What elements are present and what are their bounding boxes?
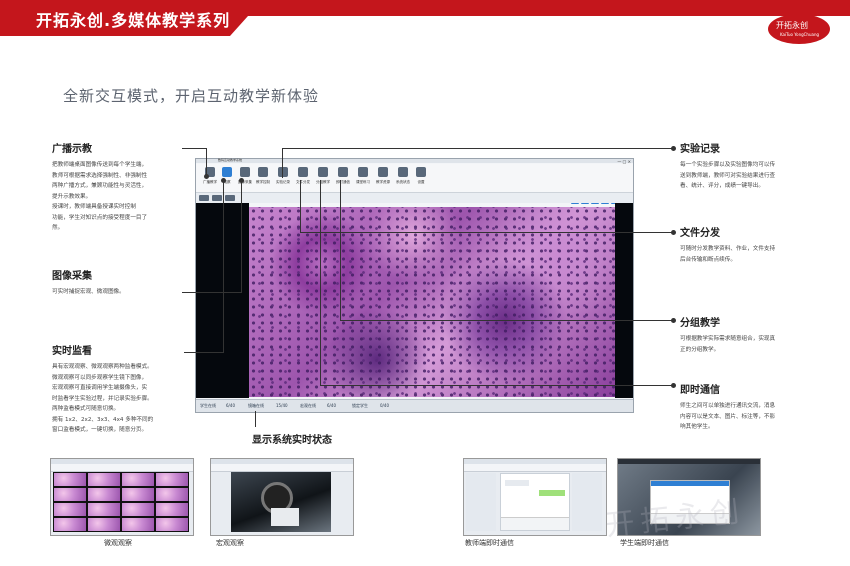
student-list xyxy=(572,473,602,531)
header-divider xyxy=(230,16,850,36)
section-monitoring: 实时监看 具有宏观观察、微观观察两种监看模式。 微观观察可以同步观察学生镜下图像，… xyxy=(52,342,184,436)
resource-icon xyxy=(378,167,388,177)
section-experiment-record: 实验记录 每一个实验步骤以及实验图像均可以传 送到教师端，教师可对实验结果进行查 … xyxy=(680,140,804,192)
caption-teacher-chat: 教师端即时通信 xyxy=(465,539,514,547)
status-value: 6/40 xyxy=(327,403,336,408)
toolbar-record-button[interactable]: 实验记录 xyxy=(275,166,291,190)
section-body: 师生之间可以单独进行通讯交流，消息 内容可以是文本、图片、标注等，不影 响其他学生… xyxy=(680,403,776,430)
section-title: 文件分发 xyxy=(680,228,720,239)
section-title: 分组教学 xyxy=(680,318,720,329)
section-file-distribution: 文件分发 可随时分发教学资料、作业，文件支持 后台传输和断点续传。 xyxy=(680,224,804,265)
sub-tool-button[interactable] xyxy=(225,195,235,201)
status-label: 宏观在线 xyxy=(300,403,316,408)
status-icon xyxy=(398,167,408,177)
software-screenshot: 数码互动教学系统 — □ × 广播教学 观察 图像采集 教学控制 实验记录 文件… xyxy=(195,158,634,413)
section-title: 即时通信 xyxy=(680,385,720,396)
section-title: 实验记录 xyxy=(680,144,720,155)
caption-micro: 微观观察 xyxy=(104,539,132,547)
sub-toolbar xyxy=(196,193,633,203)
toolbar-file-button[interactable]: 文件分发 xyxy=(295,166,311,190)
section-body: 可根据教学实际需求随意组合，实现真 正的分组教学。 xyxy=(680,336,776,353)
section-image-capture: 图像采集 可实时捕捉宏观、微观图像。 xyxy=(52,267,182,298)
file-icon xyxy=(298,167,308,177)
exercise-icon xyxy=(358,167,368,177)
toolbar-chat-button[interactable]: 即时通信 xyxy=(335,166,351,190)
toolbar-exercise-button[interactable]: 课堂练习 xyxy=(355,166,371,190)
section-title: 广播示教 xyxy=(52,144,92,155)
window-titlebar: 数码互动教学系统 — □ × xyxy=(196,158,633,164)
thumb-teacher-chat xyxy=(463,458,607,536)
section-instant-messaging: 即时通信 师生之间可以单独进行通讯交流，消息 内容可以是文本、图片、标注等，不影 … xyxy=(680,381,804,433)
section-body: 每一个实验步骤以及实验图像均可以传 送到教师端，教师可对实验结果进行查 看、统计、… xyxy=(680,162,776,189)
section-title: 实时监看 xyxy=(52,346,92,357)
microscope-icon xyxy=(222,167,232,177)
status-value: 15/40 xyxy=(276,403,288,408)
student-list xyxy=(466,473,496,531)
settings-icon xyxy=(416,167,426,177)
window-title: 数码互动教学系统 xyxy=(218,158,243,162)
section-body: 具有宏观观察、微观观察两种监看模式。 微观观察可以同步观察学生镜下图像， 宏观观察… xyxy=(52,364,154,433)
sub-tool-button[interactable] xyxy=(212,195,222,201)
camera-icon xyxy=(240,167,250,177)
control-icon xyxy=(258,167,268,177)
headline: 全新交互模式，开启互动教学新体验 xyxy=(63,87,320,105)
caption-macro: 宏观观察 xyxy=(216,539,244,547)
logo-text: 开拓永创 xyxy=(776,21,808,30)
slide xyxy=(271,508,299,526)
thumb-macro-observe xyxy=(210,458,354,536)
status-value: 6/40 xyxy=(226,403,235,408)
section-body: 可实时捕捉宏观、微观图像。 xyxy=(52,289,125,295)
toolbar-resource-button[interactable]: 教学资源 xyxy=(375,166,391,190)
status-caption: 显示系统实时状态 xyxy=(252,435,332,446)
section-broadcast: 广播示教 把教师端桌面图像传送到每个学生端， 教师可根据需求选择强制性、非强制性 … xyxy=(52,140,182,234)
chat-icon xyxy=(338,167,348,177)
toolbar-control-button[interactable]: 教学控制 xyxy=(255,166,271,190)
status-label: 镜箱在线 xyxy=(248,403,264,408)
microscope-image xyxy=(249,207,615,397)
main-toolbar: 广播教学 观察 图像采集 教学控制 实验记录 文件分发 分组教学 即时通信 课堂… xyxy=(196,164,633,193)
status-value: 0/40 xyxy=(380,403,389,408)
header-bar: 开拓永创.多媒体教学系列 xyxy=(0,0,850,36)
thumb-micro-observe xyxy=(50,458,194,536)
page-title: 开拓永创.多媒体教学系列 xyxy=(36,11,231,30)
chat-window xyxy=(500,473,570,531)
sub-tool-button[interactable] xyxy=(199,195,209,201)
toolbar-status-button[interactable]: 系统状态 xyxy=(395,166,411,190)
status-label: 学生在线 xyxy=(200,403,216,408)
section-group-teaching: 分组教学 可根据教学实际需求随意组合，实现真 正的分组教学。 xyxy=(680,314,804,355)
status-bar: 学生在线 6/40 镜箱在线 15/40 宏观在线 6/40 锁定学生 0/40 xyxy=(196,399,633,412)
camera-feed xyxy=(231,472,331,532)
group-icon xyxy=(318,167,328,177)
section-body: 可随时分发教学资料、作业，文件支持 后台传输和断点续传。 xyxy=(680,246,776,263)
brand-logo: 开拓永创 KaiTuo YongChuang xyxy=(768,14,830,44)
section-title: 图像采集 xyxy=(52,271,92,282)
logo-subtext: KaiTuo YongChuang xyxy=(780,32,820,37)
monitor-grid xyxy=(53,472,189,532)
record-icon xyxy=(278,167,288,177)
toolbar-group-button[interactable]: 分组教学 xyxy=(315,166,331,190)
toolbar-settings-button[interactable]: 设置 xyxy=(413,166,429,190)
status-label: 锁定学生 xyxy=(352,403,368,408)
section-body: 把教师端桌面图像传送到每个学生端， 教师可根据需求选择强制性、非强制性 两种广播方… xyxy=(52,162,148,231)
